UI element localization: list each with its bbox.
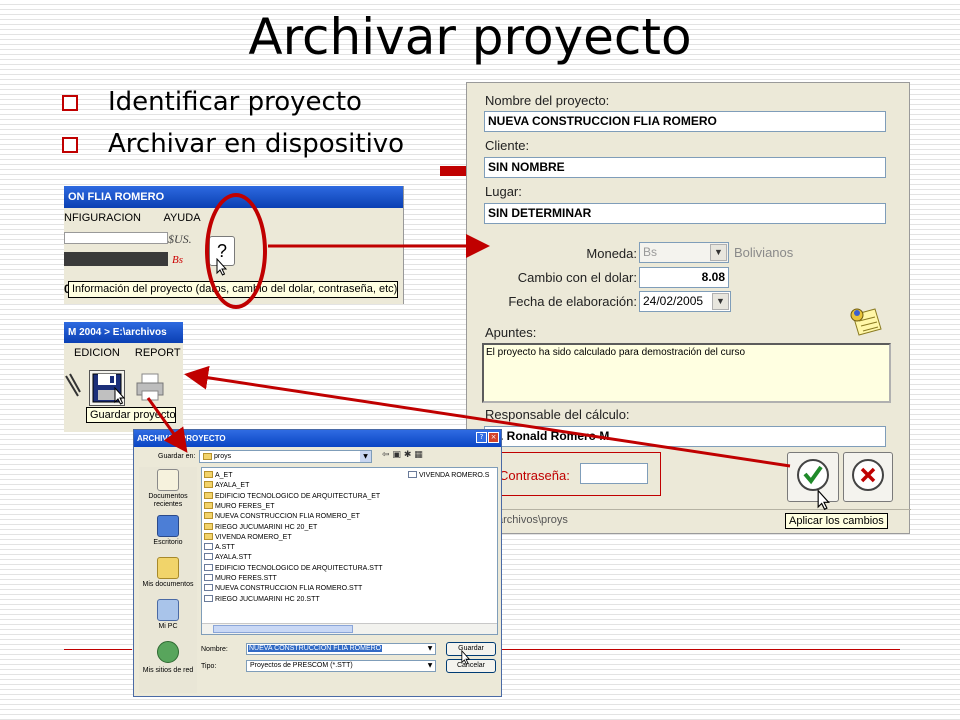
- annotation-arrows: [146, 234, 791, 468]
- arrow-to-save-dialog: [146, 397, 188, 453]
- arrow-apply-to-save: [184, 365, 791, 468]
